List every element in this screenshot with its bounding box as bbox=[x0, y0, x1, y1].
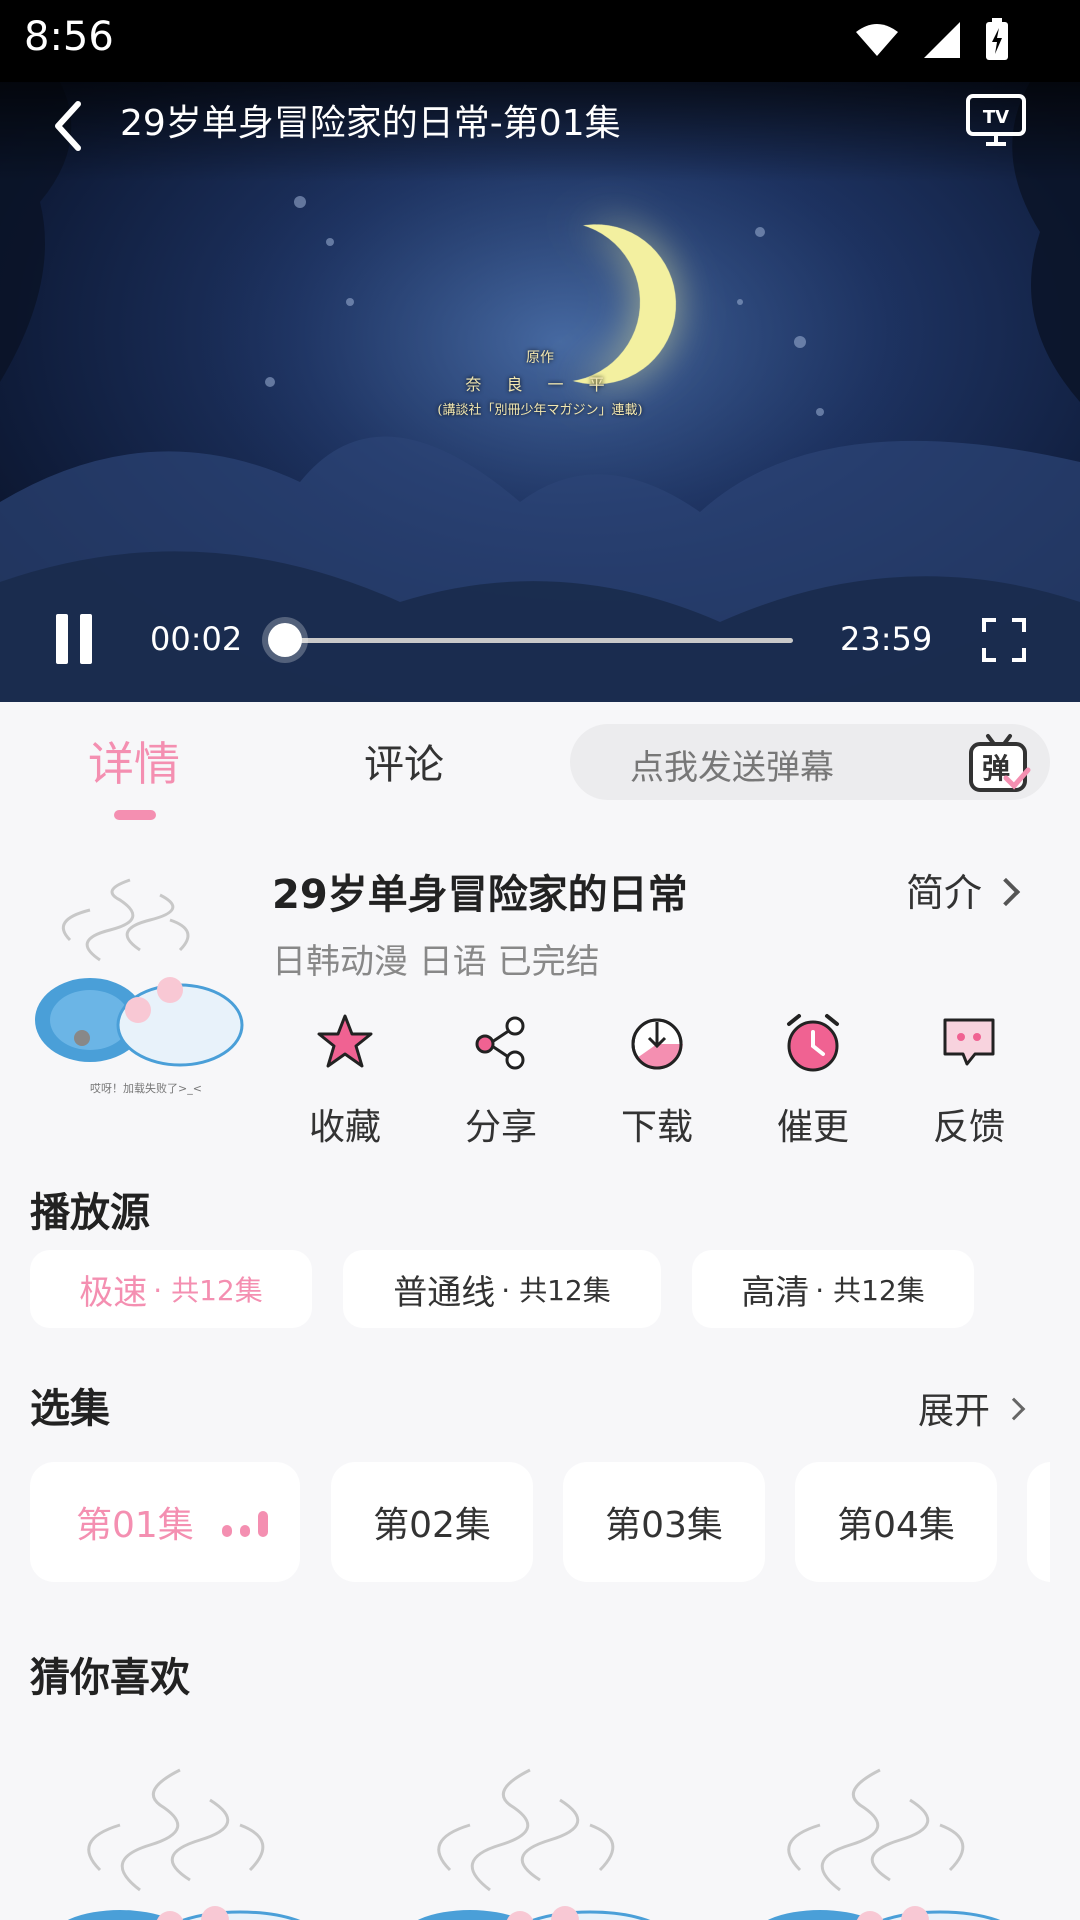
danmaku-placeholder: 点我发送弹幕 bbox=[630, 748, 834, 788]
share-label: 分享 bbox=[464, 1107, 537, 1148]
current-time: 00:02 bbox=[150, 620, 243, 658]
sources-title: 播放源 bbox=[30, 1190, 150, 1236]
episode-label: 第04集 bbox=[837, 1505, 955, 1546]
episode-item[interactable]: 第01集 bbox=[30, 1462, 300, 1582]
status-icons bbox=[854, 18, 1010, 62]
active-tab-indicator bbox=[114, 810, 156, 820]
source-name: 普通线 bbox=[393, 1272, 496, 1313]
expand-episodes-button[interactable]: 展开 bbox=[918, 1382, 1026, 1434]
download-icon bbox=[631, 1018, 683, 1070]
chevron-right-icon bbox=[991, 877, 1021, 906]
urge-update-button[interactable]: 催更 bbox=[758, 1010, 868, 1150]
progress-bar[interactable] bbox=[268, 623, 793, 657]
source-name: 高清 bbox=[741, 1272, 810, 1313]
show-title: 29岁单身冒险家的日常 bbox=[272, 872, 688, 918]
episode-item[interactable]: 第02集 bbox=[331, 1462, 533, 1582]
source-count: · 共12集 bbox=[815, 1274, 925, 1307]
video-title: 29岁单身冒险家的日常-第01集 bbox=[120, 103, 621, 144]
source-chip[interactable]: 极速 · 共12集 bbox=[30, 1250, 312, 1328]
intro-label: 简介 bbox=[906, 871, 983, 915]
fullscreen-icon[interactable] bbox=[980, 616, 1028, 664]
alarm-clock-icon bbox=[787, 1014, 839, 1072]
status-bar: 8:56 bbox=[0, 0, 1080, 82]
download-label: 下载 bbox=[620, 1107, 693, 1148]
source-count: · 共12集 bbox=[501, 1274, 611, 1307]
episode-list: 第01集 第02集 第03集 第04集 bbox=[30, 1462, 1050, 1582]
episodes-title: 选集 bbox=[30, 1386, 110, 1432]
show-poster[interactable]: 哎呀！加载失败了>_< bbox=[30, 870, 260, 1100]
action-bar: 收藏 分享 下载 催更 反馈 bbox=[290, 1010, 1050, 1148]
source-name: 极速 bbox=[79, 1272, 148, 1313]
back-arrow-icon[interactable] bbox=[44, 96, 94, 156]
favorite-label: 收藏 bbox=[308, 1107, 381, 1148]
expand-label: 展开 bbox=[918, 1391, 991, 1432]
tv-cast-icon[interactable]: TV bbox=[964, 92, 1028, 148]
episode-item-partial[interactable] bbox=[1027, 1462, 1050, 1582]
progress-thumb[interactable] bbox=[268, 623, 302, 657]
video-credit: 原作 奈 良 一 平 (講談社「別冊少年マガジン」連載) bbox=[400, 347, 680, 418]
video-player[interactable]: 原作 奈 良 一 平 (講談社「別冊少年マガジン」連載) 29岁单身冒险家的日常… bbox=[0, 82, 1080, 702]
tab-details[interactable]: 详情 bbox=[88, 728, 180, 794]
status-time: 8:56 bbox=[24, 14, 114, 60]
recommend-list bbox=[0, 1740, 1080, 1920]
source-chip[interactable]: 高清 · 共12集 bbox=[692, 1250, 974, 1328]
recommend-card-placeholder[interactable] bbox=[40, 1760, 340, 1920]
danmaku-icon[interactable]: 弹 bbox=[966, 730, 1032, 796]
episode-label: 第02集 bbox=[373, 1505, 491, 1546]
svg-text:TV: TV bbox=[983, 107, 1009, 128]
feedback-label: 反馈 bbox=[932, 1107, 1005, 1148]
share-button[interactable]: 分享 bbox=[446, 1010, 556, 1150]
credit-line-1: 原作 bbox=[526, 350, 554, 366]
episode-label: 第03集 bbox=[605, 1505, 723, 1546]
favorite-button[interactable]: 收藏 bbox=[290, 1010, 400, 1150]
feedback-icon bbox=[943, 1018, 995, 1066]
recommend-card-placeholder[interactable] bbox=[390, 1760, 690, 1920]
share-icon bbox=[475, 1016, 525, 1070]
source-count: · 共12集 bbox=[153, 1274, 263, 1307]
player-controls: 00:02 23:59 bbox=[0, 582, 1080, 702]
danmaku-input[interactable]: 点我发送弹幕 弹 bbox=[570, 724, 1050, 800]
poster-caption: 哎呀！加载失败了>_< bbox=[90, 1082, 202, 1095]
total-time: 23:59 bbox=[840, 620, 933, 658]
source-chip[interactable]: 普通线 · 共12集 bbox=[343, 1250, 661, 1328]
pause-icon[interactable] bbox=[52, 614, 96, 664]
credit-line-2: 奈 良 一 平 bbox=[465, 375, 615, 394]
intro-link[interactable]: 简介 bbox=[906, 862, 1021, 917]
episode-item[interactable]: 第04集 bbox=[795, 1462, 997, 1582]
chevron-right-icon bbox=[1002, 1397, 1026, 1421]
poster-placeholder-image bbox=[35, 878, 244, 1067]
feedback-button[interactable]: 反馈 bbox=[914, 1010, 1024, 1150]
recommend-title: 猜你喜欢 bbox=[30, 1655, 190, 1701]
episode-label: 第01集 bbox=[76, 1505, 194, 1546]
show-meta: 日韩动漫 日语 已完结 bbox=[272, 942, 600, 982]
wifi-icon bbox=[856, 24, 898, 56]
star-icon bbox=[317, 1014, 373, 1068]
recommend-card-placeholder[interactable] bbox=[740, 1760, 1040, 1920]
tab-comments[interactable]: 评论 bbox=[364, 732, 444, 790]
episode-item[interactable]: 第03集 bbox=[563, 1462, 765, 1582]
signal-icon bbox=[924, 22, 960, 58]
urge-update-label: 催更 bbox=[776, 1107, 849, 1148]
battery-icon bbox=[986, 18, 1008, 60]
detail-tabs: 详情 评论 点我发送弹幕 弹 bbox=[0, 702, 1080, 822]
now-playing-icon bbox=[221, 1507, 268, 1537]
download-button[interactable]: 下载 bbox=[602, 1010, 712, 1150]
credit-line-3: (講談社「別冊少年マガジン」連載) bbox=[437, 403, 643, 418]
